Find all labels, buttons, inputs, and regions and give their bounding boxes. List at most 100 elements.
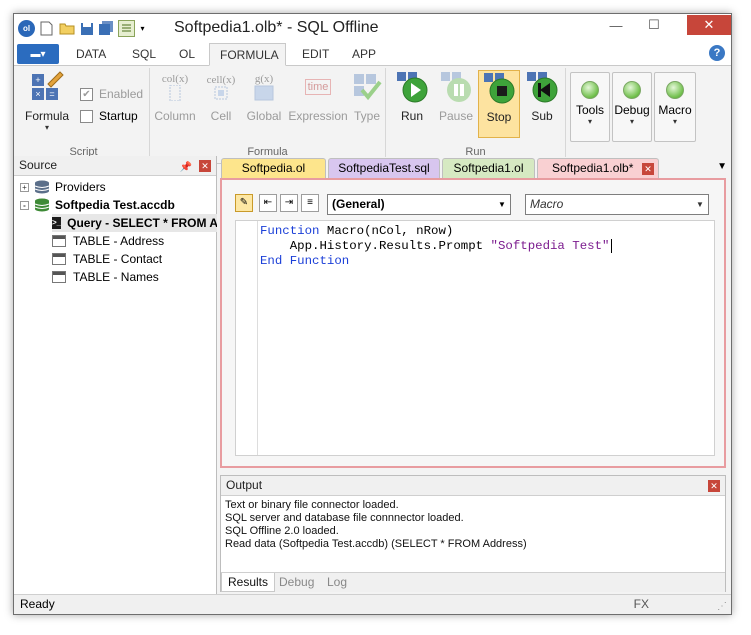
svg-text:+: + [35, 75, 40, 85]
query-icon: >_ [52, 217, 62, 229]
properties-icon[interactable] [118, 20, 135, 37]
type-check-icon [350, 70, 384, 104]
chevron-down-icon: ▾ [44, 123, 49, 132]
formula-group: col(x) Column cell(x) Cell g(x) Global t… [150, 68, 386, 160]
tools-icon [581, 81, 599, 99]
tab-ol[interactable]: OL [169, 43, 205, 66]
log-line: SQL Offline 2.0 loaded. [225, 525, 339, 537]
tab-app[interactable]: APP [342, 43, 386, 66]
enabled-label: Enabled [99, 87, 144, 101]
doc-tab-softpedia1-olb[interactable]: Softpedia1.olb* ✕ [537, 158, 659, 178]
open-folder-icon[interactable] [58, 20, 75, 37]
status-text: Ready [20, 597, 55, 611]
output-panel: Output ✕ Text or binary file connector l… [220, 475, 726, 592]
tools-dropdown[interactable]: Tools ▾ [570, 72, 610, 142]
customize-qat-icon[interactable]: ▾ [138, 20, 147, 37]
chevron-down-icon: ▾ [672, 117, 677, 126]
debug-dropdown[interactable]: Debug ▾ [612, 72, 652, 142]
close-panel-icon[interactable]: ✕ [199, 160, 211, 172]
tree-item-providers[interactable]: + Providers [20, 178, 106, 196]
save-icon[interactable] [78, 20, 95, 37]
run-button[interactable]: Run [392, 70, 432, 136]
editor-gutter [236, 221, 258, 455]
macro-dropdown[interactable]: Macro ▾ [654, 72, 696, 142]
outdent-icon[interactable]: ⇤ [259, 194, 277, 212]
procedure-combo[interactable]: Macro ▼ [525, 194, 709, 215]
new-file-icon[interactable] [38, 20, 55, 37]
tab-formula[interactable]: FORMULA [209, 43, 286, 66]
maximize-button[interactable]: ☐ [639, 15, 669, 35]
document-tab-bar: Softpedia.ol SoftpediaTest.sql Softpedia… [221, 157, 731, 178]
string-literal: "Softpedia Test" [490, 239, 610, 253]
title-bar: ol ▾ Softpedia1.olb* - SQL Offline — ☐ ✕ [14, 14, 731, 43]
tree-item-database[interactable]: - Softpedia Test.accdb [20, 196, 175, 214]
chevron-down-icon: ▾ [587, 117, 592, 126]
log-line: Text or binary file connector loaded. [225, 499, 399, 511]
help-icon[interactable]: ? [709, 45, 725, 61]
tree-item-table-address[interactable]: TABLE - Address [52, 232, 164, 250]
startup-label: Startup [99, 109, 138, 123]
sub-button[interactable]: Sub [522, 70, 562, 136]
edit-mode-icon[interactable]: ✎ [235, 194, 253, 212]
pause-button[interactable]: Pause [436, 70, 476, 136]
source-panel-header: Source 📌 ✕ [14, 156, 216, 176]
tree-label: Query - SELECT * FROM Address [67, 216, 217, 230]
tab-log[interactable]: Log [321, 573, 353, 592]
collapse-icon[interactable]: - [20, 200, 29, 210]
tree-label: Softpedia Test.accdb [55, 198, 175, 212]
minimize-button[interactable]: — [601, 15, 631, 35]
doc-tab-softpedia-ol[interactable]: Softpedia.ol [221, 158, 326, 178]
tab-sql[interactable]: SQL [122, 43, 166, 66]
tab-list-dropdown-icon[interactable]: ▼ [717, 161, 727, 172]
object-combo-value: (General) [332, 197, 385, 211]
pause-label: Pause [438, 109, 474, 123]
tab-edit[interactable]: EDIT [292, 43, 339, 66]
cell-button[interactable]: cell(x) Cell [202, 70, 240, 136]
chevron-down-icon: ▼ [696, 200, 704, 209]
pin-icon[interactable]: 📌 [180, 158, 192, 177]
code-editor[interactable]: Function Macro(nCol, nRow) App.History.R… [235, 220, 715, 456]
tree-item-table-names[interactable]: TABLE - Names [52, 268, 159, 286]
tab-debug[interactable]: Debug [273, 573, 320, 592]
comment-icon[interactable]: ≡ [301, 194, 319, 212]
resize-grip-icon[interactable]: ⋰ [717, 597, 727, 614]
doc-tab-softpediatest-sql[interactable]: SoftpediaTest.sql [328, 158, 440, 178]
tree-label: TABLE - Contact [73, 252, 163, 266]
svg-text:×: × [35, 89, 40, 99]
save-all-icon[interactable] [98, 20, 115, 37]
status-bar: Ready FX ⋰ [14, 594, 731, 614]
stop-icon [482, 71, 516, 105]
svg-text:=: = [49, 89, 54, 99]
object-combo[interactable]: (General) ▼ [327, 194, 511, 215]
tools-label: Tools [575, 103, 604, 117]
global-icon: g(x) [247, 70, 281, 104]
tree-item-table-contact[interactable]: TABLE - Contact [52, 250, 162, 268]
column-icon: col(x) [158, 70, 192, 104]
global-button[interactable]: g(x) Global [242, 70, 286, 136]
checkbox-box [80, 109, 93, 123]
enabled-checkbox[interactable]: ✔ Enabled [80, 86, 143, 102]
keyword: Function [260, 224, 320, 238]
file-menu-button[interactable]: ▬▾ [17, 44, 59, 64]
stop-button[interactable]: Stop [478, 70, 520, 138]
fx-indicator: FX [633, 597, 649, 611]
column-button[interactable]: col(x) Column [152, 70, 198, 136]
tree-label: TABLE - Address [73, 234, 165, 248]
tab-data[interactable]: DATA [66, 43, 116, 66]
play-icon [395, 70, 429, 104]
tree-item-query[interactable]: >_ Query - SELECT * FROM Address [52, 214, 217, 232]
close-panel-icon[interactable]: ✕ [708, 480, 720, 492]
code-line-3: End Function [260, 254, 349, 269]
doc-tab-softpedia1-ol[interactable]: Softpedia1.ol [442, 158, 535, 178]
close-button[interactable]: ✕ [687, 15, 731, 35]
expand-icon[interactable]: + [20, 182, 29, 192]
app-logo-icon[interactable]: ol [18, 20, 35, 37]
close-tab-icon[interactable]: ✕ [642, 163, 654, 175]
expression-button[interactable]: time Expression [288, 70, 348, 136]
formula-button[interactable]: + × = Formula ▾ [22, 70, 72, 136]
source-panel: Source 📌 ✕ + Providers - Softpedia Test.… [14, 156, 217, 598]
indent-icon[interactable]: ⇥ [280, 194, 298, 212]
tab-results[interactable]: Results [221, 573, 276, 592]
type-button[interactable]: Type [350, 70, 384, 136]
startup-checkbox[interactable]: Startup [80, 108, 138, 124]
